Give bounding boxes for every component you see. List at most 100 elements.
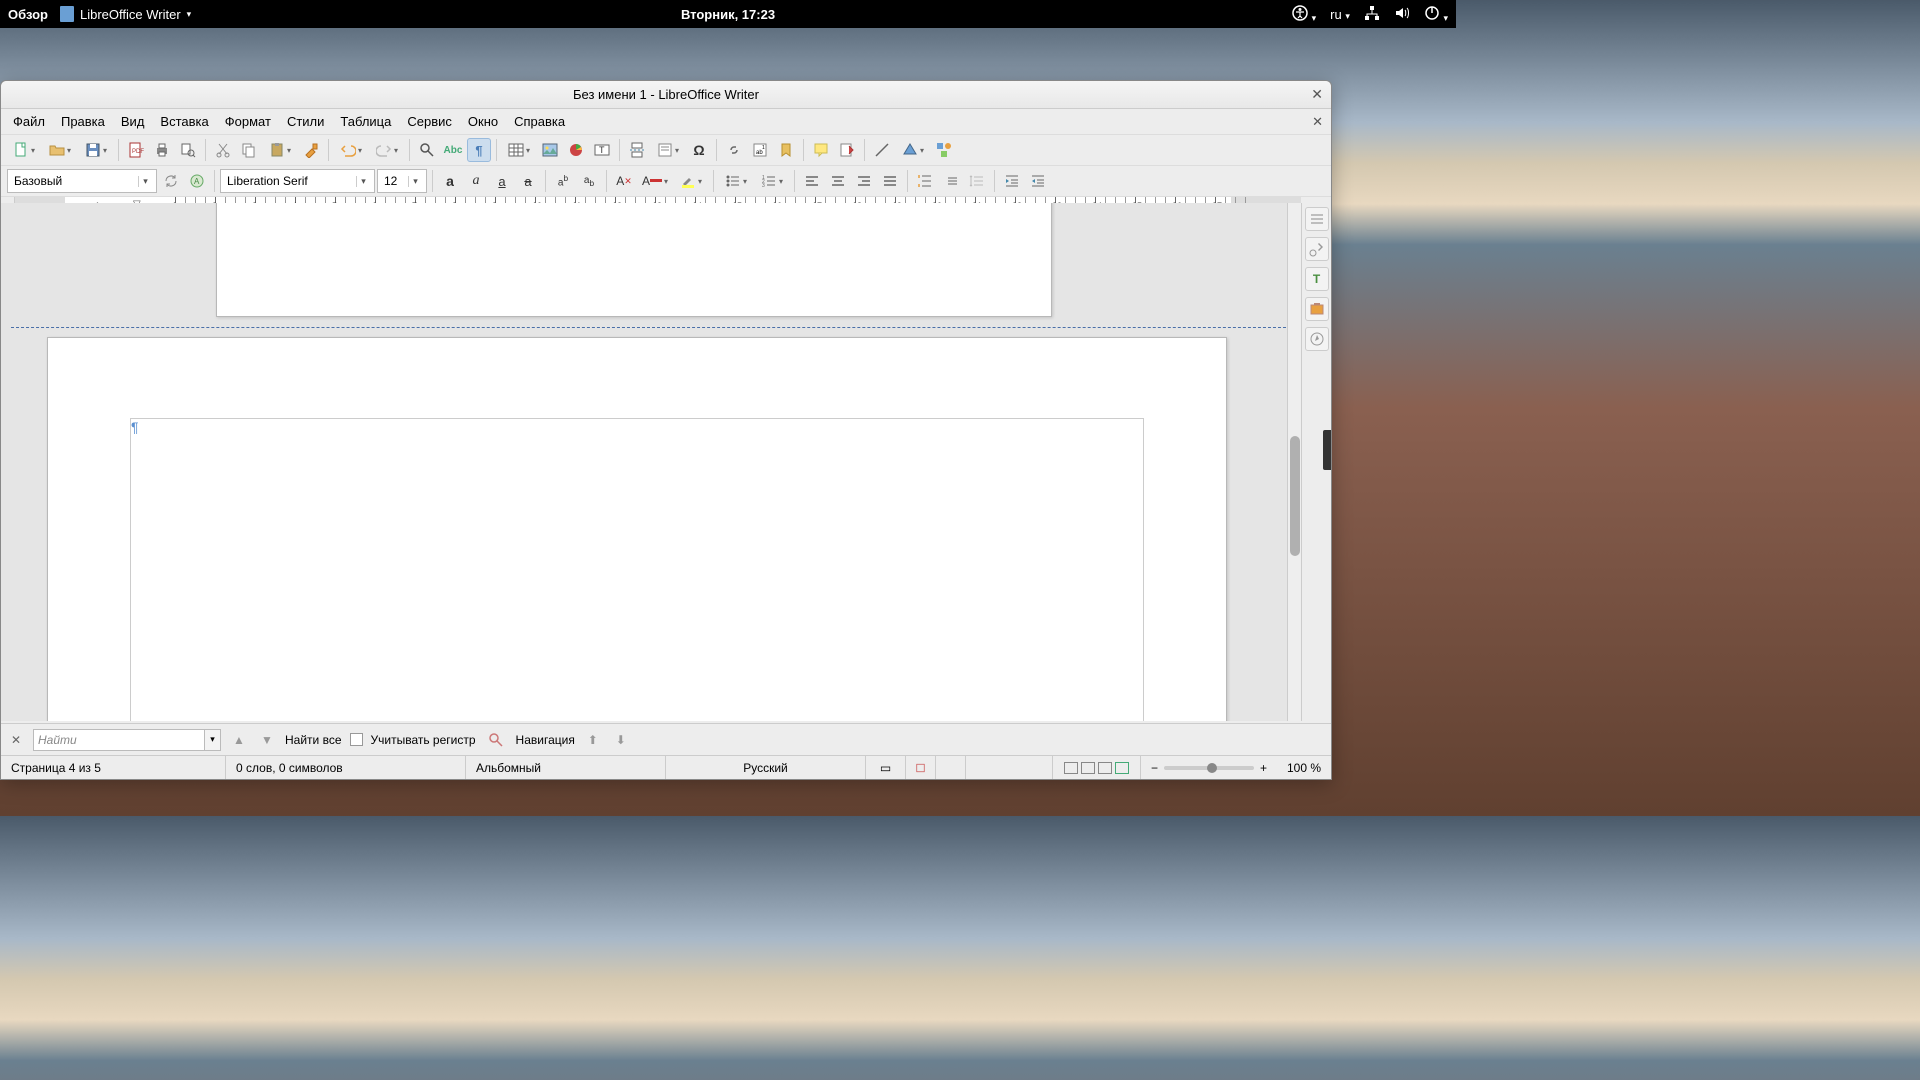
superscript-button[interactable]: ab — [551, 169, 575, 193]
font-name-combo[interactable]: Liberation Serif ▾ — [220, 169, 375, 193]
sidebar-navigator-tab[interactable] — [1305, 327, 1329, 351]
font-color-button[interactable]: A — [638, 169, 672, 193]
increase-spacing-button[interactable] — [913, 169, 937, 193]
sidebar-collapse-handle[interactable] — [1323, 430, 1331, 470]
window-close-button[interactable]: ✕ — [1311, 86, 1323, 103]
scrollbar-thumb[interactable] — [1290, 436, 1300, 556]
document-area[interactable]: ¶ ¶ — [1, 203, 1301, 721]
highlight-button[interactable] — [674, 169, 708, 193]
spellcheck-button[interactable]: Abc — [441, 138, 465, 162]
insert-bookmark-button[interactable] — [774, 138, 798, 162]
align-right-button[interactable] — [852, 169, 876, 193]
insert-field-button[interactable] — [651, 138, 685, 162]
new-button[interactable] — [7, 138, 41, 162]
vertical-scrollbar[interactable] — [1287, 203, 1301, 721]
menu-window[interactable]: Окно — [460, 111, 506, 132]
power-menu[interactable]: ▾ — [1424, 5, 1448, 24]
line-spacing-button[interactable] — [965, 169, 989, 193]
menu-format[interactable]: Формат — [217, 111, 279, 132]
insert-hyperlink-button[interactable] — [722, 138, 746, 162]
app-menu[interactable]: LibreOffice Writer ▾ — [60, 6, 191, 22]
zoom-out-button[interactable]: − — [1151, 761, 1158, 775]
insert-image-button[interactable] — [538, 138, 562, 162]
number-list-button[interactable]: 123 — [755, 169, 789, 193]
bullet-list-button[interactable] — [719, 169, 753, 193]
volume-icon[interactable] — [1394, 5, 1410, 24]
paragraph-style-combo[interactable]: Базовый ▾ — [7, 169, 157, 193]
open-button[interactable] — [43, 138, 77, 162]
menu-styles[interactable]: Стили — [279, 111, 332, 132]
sidebar-gallery-tab[interactable] — [1305, 297, 1329, 321]
zoom-in-button[interactable]: + — [1260, 761, 1267, 775]
find-replace-open-button[interactable] — [484, 728, 508, 752]
cut-button[interactable] — [211, 138, 235, 162]
insert-textbox-button[interactable]: T — [590, 138, 614, 162]
insert-footnote-button[interactable]: ab1 — [748, 138, 772, 162]
find-all-button[interactable]: Найти все — [285, 733, 342, 747]
export-pdf-button[interactable]: PDF — [124, 138, 148, 162]
find-next-button[interactable]: ▼ — [257, 730, 277, 750]
sidebar-properties-tab[interactable] — [1305, 237, 1329, 261]
menu-edit[interactable]: Правка — [53, 111, 113, 132]
zoom-slider[interactable] — [1164, 766, 1254, 770]
insert-page-break-button[interactable] — [625, 138, 649, 162]
find-input[interactable]: Найти — [33, 729, 205, 751]
formatting-marks-button[interactable]: ¶ — [467, 138, 491, 162]
page-previous[interactable]: ¶ — [216, 203, 1052, 317]
decrease-spacing-button[interactable] — [939, 169, 963, 193]
match-case-checkbox[interactable] — [350, 733, 363, 746]
clock[interactable]: Вторник, 17:23 — [681, 7, 775, 22]
menu-table[interactable]: Таблица — [332, 111, 399, 132]
basic-shapes-button[interactable] — [896, 138, 930, 162]
page-current[interactable]: ¶ — [47, 337, 1227, 721]
activities-button[interactable]: Обзор — [8, 7, 48, 22]
find-previous-button[interactable]: ▲ — [229, 730, 249, 750]
status-zoom-value[interactable]: 100 % — [1277, 756, 1331, 779]
copy-button[interactable] — [237, 138, 261, 162]
status-page[interactable]: Страница 4 из 5 — [1, 756, 226, 779]
menu-tools[interactable]: Сервис — [399, 111, 460, 132]
menu-view[interactable]: Вид — [113, 111, 153, 132]
close-findbar-button[interactable]: ✕ — [7, 731, 25, 749]
menu-file[interactable]: Файл — [5, 111, 53, 132]
status-language[interactable]: Русский — [666, 756, 866, 779]
menu-insert[interactable]: Вставка — [152, 111, 216, 132]
underline-button[interactable]: a — [490, 169, 514, 193]
insert-special-char-button[interactable]: Ω — [687, 138, 711, 162]
clone-formatting-button[interactable] — [299, 138, 323, 162]
find-history-dropdown[interactable]: ▾ — [205, 729, 221, 751]
network-icon[interactable] — [1364, 5, 1380, 24]
keyboard-layout-indicator[interactable]: ru ▾ — [1330, 7, 1350, 22]
decrease-indent-button[interactable] — [1026, 169, 1050, 193]
sidebar-styles-tab[interactable]: T — [1305, 267, 1329, 291]
close-document-button[interactable]: ✕ — [1312, 114, 1323, 130]
subscript-button[interactable]: ab — [577, 169, 601, 193]
track-changes-button[interactable] — [835, 138, 859, 162]
save-button[interactable] — [79, 138, 113, 162]
new-style-button[interactable]: A — [185, 169, 209, 193]
status-selection-mode[interactable] — [906, 756, 936, 779]
align-center-button[interactable] — [826, 169, 850, 193]
show-draw-functions-button[interactable] — [932, 138, 956, 162]
navigate-down-button[interactable]: ⬇ — [611, 730, 631, 750]
navigate-up-button[interactable]: ⬆ — [583, 730, 603, 750]
insert-chart-button[interactable] — [564, 138, 588, 162]
font-size-combo[interactable]: 12 ▾ — [377, 169, 427, 193]
increase-indent-button[interactable] — [1000, 169, 1024, 193]
status-word-count[interactable]: 0 слов, 0 символов — [226, 756, 466, 779]
find-replace-button[interactable] — [415, 138, 439, 162]
update-style-button[interactable] — [159, 169, 183, 193]
redo-button[interactable] — [370, 138, 404, 162]
insert-line-button[interactable] — [870, 138, 894, 162]
accessibility-menu[interactable]: ▾ — [1292, 5, 1316, 24]
strikethrough-button[interactable]: a — [516, 169, 540, 193]
status-page-style[interactable]: Альбомный — [466, 756, 666, 779]
undo-button[interactable] — [334, 138, 368, 162]
menu-help[interactable]: Справка — [506, 111, 573, 132]
titlebar[interactable]: Без имени 1 - LibreOffice Writer ✕ — [1, 81, 1331, 109]
print-button[interactable] — [150, 138, 174, 162]
sidebar-settings-tab[interactable] — [1305, 207, 1329, 231]
insert-comment-button[interactable] — [809, 138, 833, 162]
align-justify-button[interactable] — [878, 169, 902, 193]
paste-button[interactable] — [263, 138, 297, 162]
